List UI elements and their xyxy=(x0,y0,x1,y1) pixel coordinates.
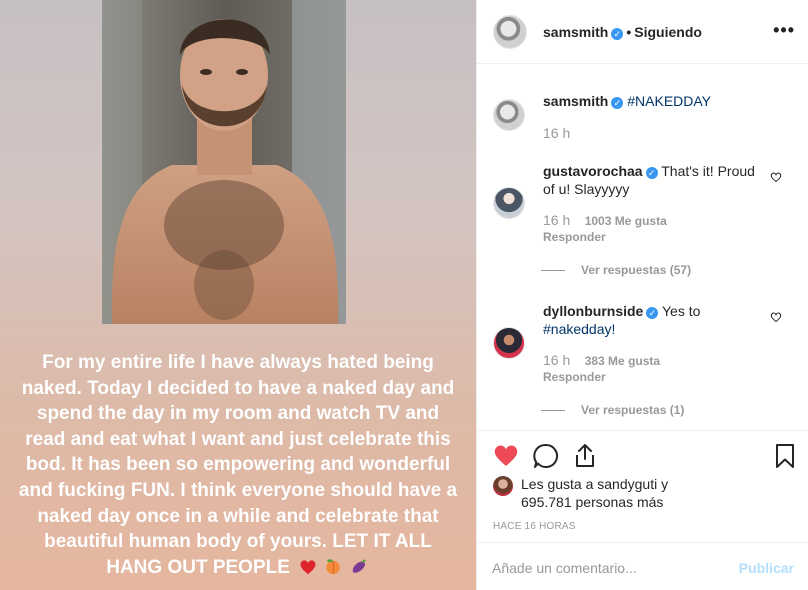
comment-text: That's it! Proud xyxy=(661,163,755,179)
caption-emojis xyxy=(299,555,370,581)
reply-button[interactable]: Responder xyxy=(543,370,606,384)
view-replies-label: Ver respuestas (1) xyxy=(581,403,685,417)
instagram-post-view: For my entire life I have always hated b… xyxy=(0,0,808,590)
caption-line: For my entire life I have always hated b… xyxy=(42,352,434,373)
liker-avatar[interactable] xyxy=(493,476,513,496)
comment-username[interactable]: gustavorochaa xyxy=(543,163,643,179)
author-avatar[interactable] xyxy=(493,99,525,131)
comment-like-heart-icon[interactable] xyxy=(770,171,782,183)
divider xyxy=(541,410,565,411)
like-heart-icon[interactable] xyxy=(493,443,519,467)
more-options-icon[interactable]: ••• xyxy=(773,20,795,41)
verified-badge-icon: ✓ xyxy=(646,307,659,319)
post-media[interactable]: For my entire life I have always hated b… xyxy=(0,0,476,590)
caption-line: HANG OUT PEOPLE xyxy=(106,556,290,578)
comment-text: of u! Slayyyyy xyxy=(543,181,630,197)
divider xyxy=(541,270,565,271)
commenter-avatar[interactable] xyxy=(493,187,525,219)
post-actions: Les gusta a sandyguti y 695.781 personas… xyxy=(477,430,808,542)
caption-line: bod. It has been so empowering and wonde… xyxy=(25,454,451,476)
comment-username[interactable]: dyllonburnside xyxy=(543,303,643,319)
peach-emoji-icon xyxy=(326,559,341,574)
view-replies-label: Ver respuestas (57) xyxy=(581,263,692,277)
reply-button[interactable]: Responder xyxy=(543,230,606,244)
post-timestamp: HACE 16 HORAS xyxy=(493,521,576,532)
heart-emoji-icon xyxy=(300,560,316,575)
follow-status-button[interactable]: Siguiendo xyxy=(634,24,702,40)
view-replies-button[interactable]: Ver respuestas (57) xyxy=(541,263,691,277)
comment-likes-count[interactable]: 383 Me gusta xyxy=(585,354,660,368)
add-comment-box: Publicar xyxy=(477,542,808,590)
verified-badge-icon: ✓ xyxy=(611,97,624,109)
caption-line: spend the day in my room and watch TV an… xyxy=(36,403,440,425)
likes-line: Les gusta a sandyguti y xyxy=(521,476,669,492)
caption-line: naked. Today I decided to have a naked d… xyxy=(21,377,455,399)
eggplant-emoji-icon xyxy=(352,559,366,573)
comment-text: Yes to xyxy=(661,303,701,319)
comment-time: 16 h xyxy=(543,352,571,368)
verified-badge-icon: ✓ xyxy=(645,167,658,179)
post-side-panel: samsmith ✓ • Siguiendo ••• samsmith ✓ #NAKED… xyxy=(476,0,808,590)
likes-line: 695.781 personas más xyxy=(521,494,664,510)
hashtag-link[interactable]: #NAKEDDAY xyxy=(627,93,711,109)
caption-line-last: HANG OUT PEOPLE xyxy=(10,555,466,581)
author-username[interactable]: samsmith xyxy=(543,24,608,40)
publish-button[interactable]: Publicar xyxy=(739,560,794,576)
share-icon[interactable] xyxy=(573,442,597,468)
comment-username[interactable]: samsmith xyxy=(543,93,608,109)
comment-time: 16 h xyxy=(543,125,571,141)
comments-list[interactable]: samsmith ✓ #NAKEDDAY 16 h gustavorochaa ✓ … xyxy=(477,65,808,429)
verified-badge-icon: ✓ xyxy=(611,28,624,40)
author-avatar[interactable] xyxy=(493,15,527,49)
comment-time: 16 h xyxy=(543,212,571,228)
view-replies-button[interactable]: Ver respuestas (1) xyxy=(541,403,684,417)
media-caption: For my entire life I have always hated b… xyxy=(10,350,466,580)
header-user-line: samsmith ✓ • Siguiendo xyxy=(543,24,702,40)
post-header: samsmith ✓ • Siguiendo ••• xyxy=(477,0,808,64)
comment-input[interactable] xyxy=(492,557,722,579)
caption-line: naked day once in a while and celebrate … xyxy=(37,505,439,527)
comment-bubble-icon[interactable] xyxy=(533,443,559,469)
caption-line: beautiful human body of yours. LET IT AL… xyxy=(44,531,432,553)
save-bookmark-icon[interactable] xyxy=(775,443,795,469)
comment-like-heart-icon[interactable] xyxy=(770,311,782,323)
comment-likes-count[interactable]: 1003 Me gusta xyxy=(585,214,667,228)
hashtag-link[interactable]: #nakedday! xyxy=(543,321,615,337)
commenter-avatar[interactable] xyxy=(493,327,525,359)
post-photo xyxy=(102,0,346,324)
caption-line: and fucking FUN. I think everyone should… xyxy=(18,479,458,501)
separator: • xyxy=(626,24,632,40)
caption-line: read and eat what I want and just celebr… xyxy=(25,428,451,450)
